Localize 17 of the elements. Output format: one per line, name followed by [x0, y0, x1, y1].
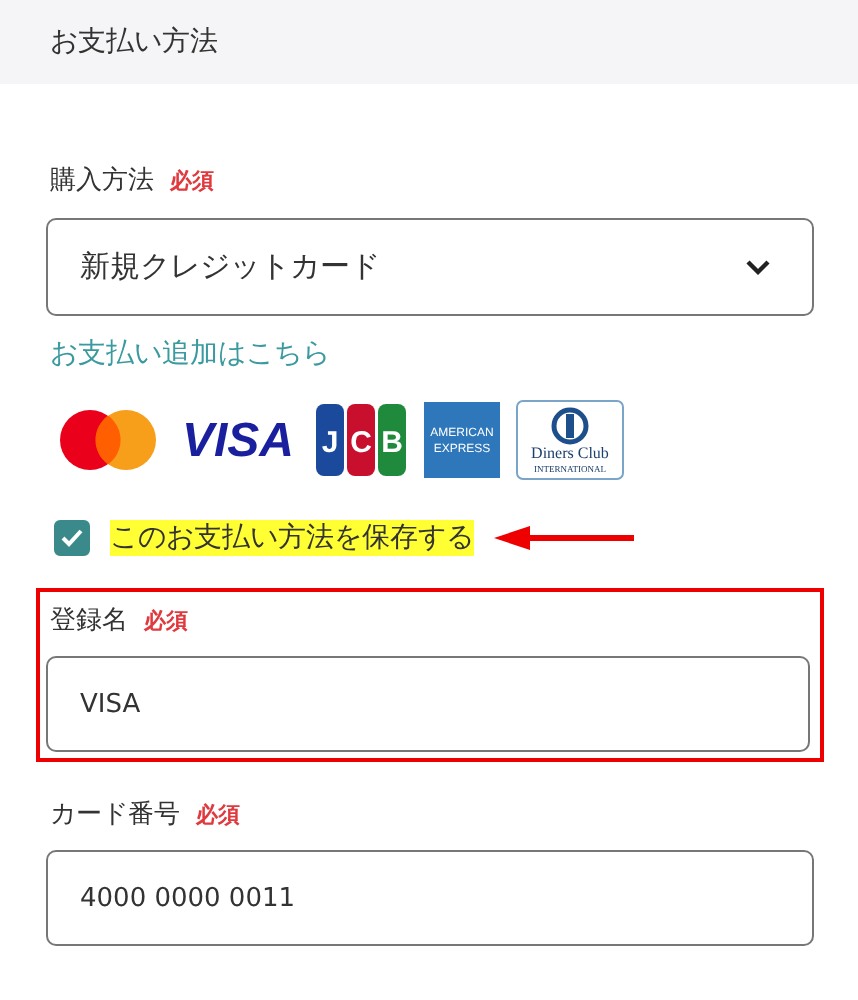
required-label: 必須: [170, 165, 214, 195]
card-logo: J C B: [316, 404, 408, 476]
field-label: 登録名: [50, 604, 128, 638]
save-checkbox[interactable]: [54, 520, 90, 556]
page-title: お支払い方法: [50, 24, 218, 60]
purchase-method-select[interactable]: 新規クレジットカード: [46, 218, 814, 316]
card-logo: VISA: [176, 406, 300, 474]
required-label: 必須: [144, 605, 188, 635]
checkmark-icon: [60, 528, 84, 548]
field-label: 購入方法: [50, 164, 154, 198]
field-label: カード番号: [50, 798, 180, 832]
highlighted-label: このお支払い方法を保存する: [110, 520, 474, 556]
required-label: 必須: [196, 799, 240, 829]
chevron-down-icon: [744, 257, 772, 277]
text-field[interactable]: VISA: [46, 656, 810, 752]
card-logo: [56, 406, 160, 474]
text-field[interactable]: 4000 0000 0011: [46, 850, 814, 946]
